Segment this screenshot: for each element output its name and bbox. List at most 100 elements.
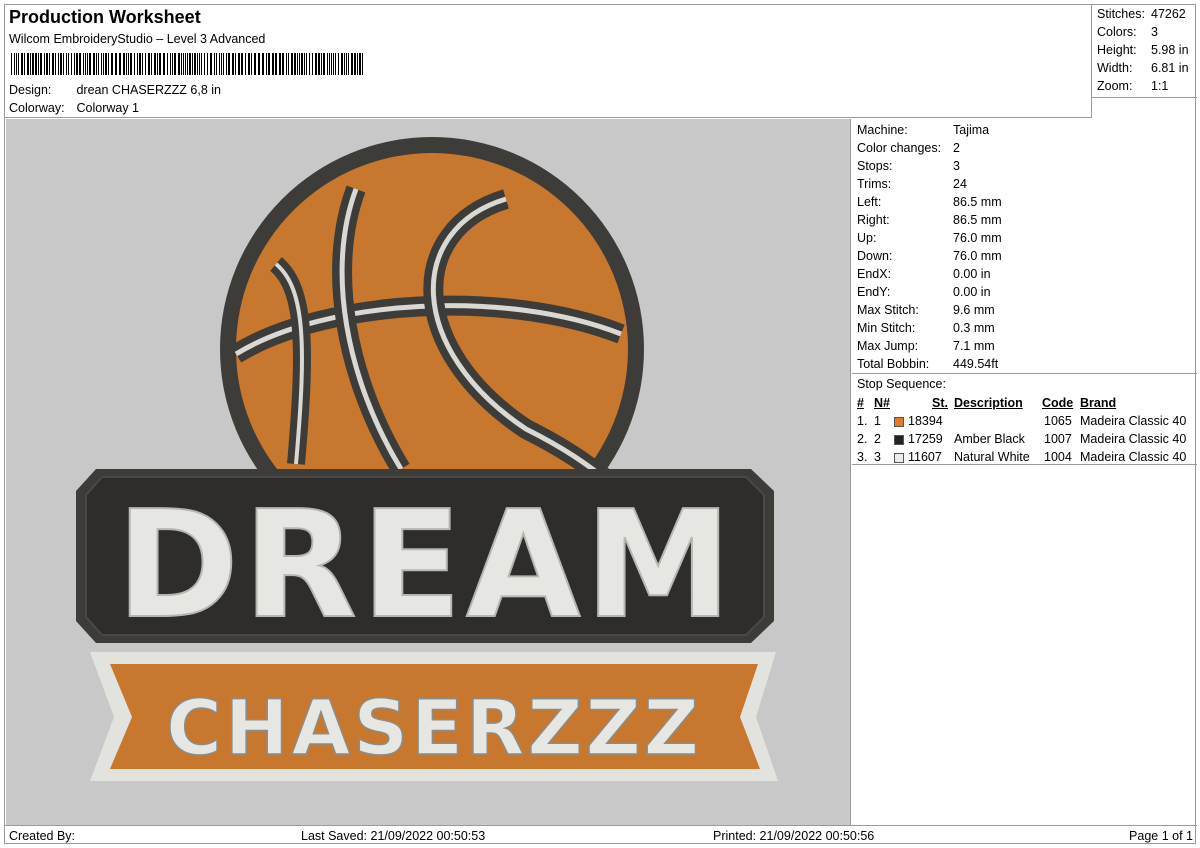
barcode-bar (226, 53, 227, 75)
stop-num: 2. (857, 432, 868, 446)
barcode-bar (60, 53, 62, 75)
machine-info-row: Total Bobbin: 449.54ft (857, 357, 998, 371)
machine-info-value: Tajima (953, 123, 990, 137)
barcode-bar (137, 53, 138, 75)
barcode-bar (219, 53, 220, 75)
machine-info-label: Total Bobbin: (857, 357, 930, 371)
barcode-bar (49, 53, 50, 75)
stop-brand: Madeira Classic 40 (1080, 450, 1187, 464)
barcode-bar (172, 53, 173, 75)
barcode-bar (207, 53, 208, 75)
machine-info-row: Right: 86.5 mm (857, 213, 1002, 227)
barcode-bar (21, 53, 23, 75)
barcode-bar (128, 53, 129, 75)
barcode (11, 53, 363, 75)
stat-zoom: Zoom: 1:1 (1097, 79, 1168, 93)
stop-description: Amber Black (954, 432, 1025, 446)
machine-info-row: Down: 76.0 mm (857, 249, 1002, 263)
barcode-bar (232, 53, 234, 75)
barcode-bar (258, 53, 260, 75)
stop-code: 1007 (1044, 432, 1072, 446)
machine-info-row: Color changes: 2 (857, 141, 960, 155)
software-name: Wilcom EmbroideryStudio – Level 3 Advanc… (9, 32, 266, 46)
barcode-bar (58, 53, 59, 75)
machine-info-value: 7.1 mm (953, 339, 995, 353)
barcode-bar (46, 53, 48, 75)
barcode-bar (354, 53, 356, 75)
machine-info-row: Left: 86.5 mm (857, 195, 1002, 209)
barcode-bar (359, 53, 361, 75)
barcode-bar (154, 53, 156, 75)
barcode-bar (251, 53, 252, 75)
machine-info-row: Trims: 24 (857, 177, 967, 191)
barcode-bar (297, 53, 298, 75)
barcode-bar (201, 53, 202, 75)
barcode-bar (38, 53, 39, 75)
barcode-bar (210, 53, 212, 75)
barcode-bar (189, 53, 191, 75)
barcode-bar (178, 53, 180, 75)
barcode-bar (130, 53, 132, 75)
stat-label: Zoom: (1097, 79, 1133, 93)
barcode-bar (338, 53, 339, 75)
machine-info-row: Machine: Tajima (857, 123, 989, 137)
barcode-bar (248, 53, 250, 75)
barcode-bar (151, 53, 152, 75)
stop-needle: 1 (874, 414, 881, 428)
machine-info-value: 76.0 mm (953, 249, 1002, 263)
barcode-bar (309, 53, 310, 75)
machine-info-label: Min Stitch: (857, 321, 916, 335)
worksheet-frame: Production Worksheet Wilcom EmbroiderySt… (4, 4, 1197, 844)
stat-width: Width: 6.81 in (1097, 61, 1189, 75)
barcode-bar (346, 53, 347, 75)
stop-code: 1065 (1044, 414, 1072, 428)
barcode-bar (83, 53, 84, 75)
stat-value: 1:1 (1151, 79, 1169, 93)
design-row: Design: drean CHASERZZZ 6,8 in (9, 83, 221, 97)
stop-stitches: 18394 (908, 414, 943, 428)
barcode-bar (286, 53, 287, 75)
barcode-bar (214, 53, 215, 75)
design-preview: DREAM CHASERZZZ (6, 119, 851, 825)
machine-info-label: Left: (857, 195, 882, 209)
barcode-bar (52, 53, 54, 75)
worksheet-header: Production Worksheet Wilcom EmbroiderySt… (5, 5, 1092, 118)
machine-info-value: 0.00 in (953, 267, 991, 281)
barcode-bar (187, 53, 188, 75)
barcode-bar (134, 53, 135, 75)
stat-value: 6.81 in (1151, 61, 1189, 75)
machine-info-label: Trims: (857, 177, 892, 191)
machine-info-value: 449.54ft (953, 357, 999, 371)
stop-num: 3. (857, 450, 868, 464)
barcode-bar (126, 53, 127, 75)
barcode-bar (333, 53, 334, 75)
barcode-bar (304, 53, 305, 75)
machine-info-row: EndX: 0.00 in (857, 267, 991, 281)
stop-needle: 2 (874, 432, 881, 446)
barcode-bar (159, 53, 161, 75)
barcode-bar (181, 53, 182, 75)
barcode-bar (327, 53, 328, 75)
barcode-bar (27, 53, 29, 75)
barcode-bar (185, 53, 186, 75)
barcode-bar (299, 53, 300, 75)
machine-info-row: Max Jump: 7.1 mm (857, 339, 995, 353)
design-label: Design: (9, 83, 52, 97)
machine-info-value: 86.5 mm (953, 195, 1002, 209)
stat-stitches: Stitches: 47262 (1097, 7, 1186, 21)
barcode-bar (238, 53, 240, 75)
barcode-bar (119, 53, 121, 75)
stop-sequence-title: Stop Sequence: (857, 377, 946, 391)
dream-text: DREAM (116, 479, 736, 651)
col-header-num: # (857, 396, 864, 410)
barcode-bar (16, 53, 17, 75)
stat-value: 3 (1151, 25, 1158, 39)
barcode-bar (192, 53, 193, 75)
barcode-bar (266, 53, 267, 75)
barcode-bar (79, 53, 81, 75)
machine-info-label: Down: (857, 249, 893, 263)
barcode-bar (194, 53, 196, 75)
stop-stitches: 11607 (908, 450, 942, 464)
chaserzzz-ribbon: CHASERZZZ (90, 652, 778, 781)
stop-needle: 3 (874, 450, 881, 464)
